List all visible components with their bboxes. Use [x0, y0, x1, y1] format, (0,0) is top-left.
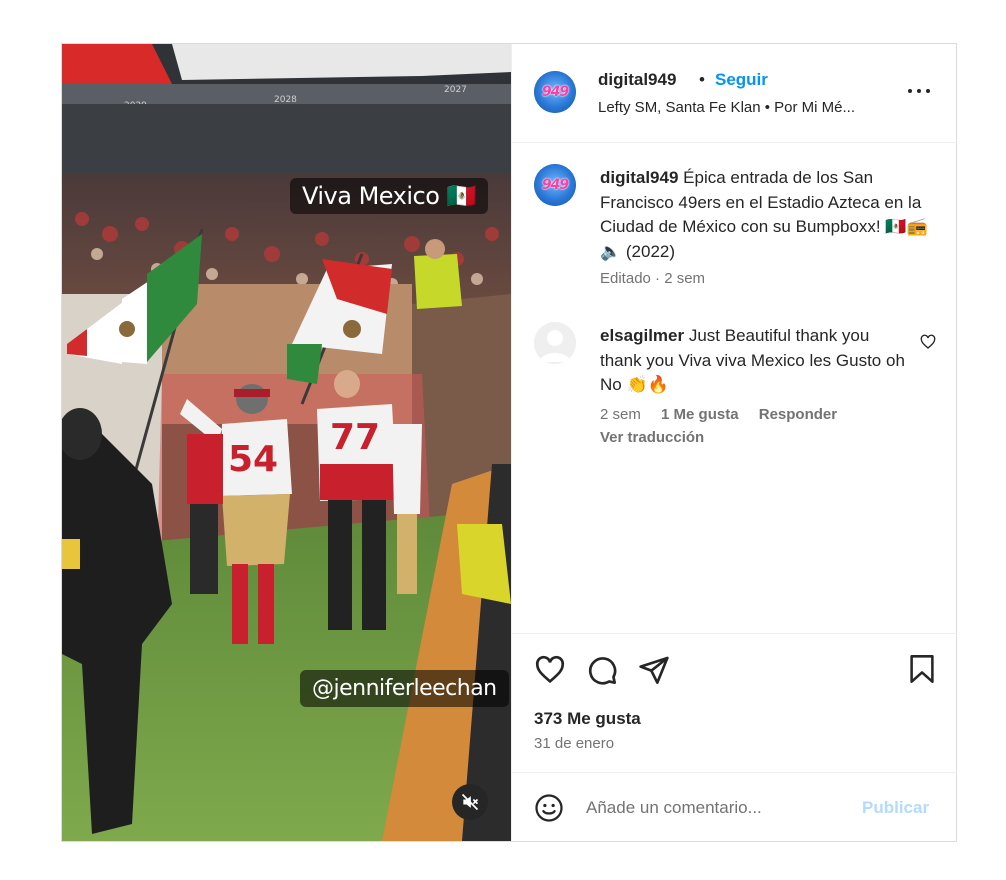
author-avatar[interactable]: 949 — [534, 71, 576, 113]
caption-meta: Editado · 2 sem — [600, 270, 706, 287]
header-separator: • — [699, 70, 705, 89]
post-card: 2029 2028 2027 — [61, 43, 957, 842]
post-caption: digital949 Épica entrada de los San Fran… — [600, 166, 930, 264]
post-video[interactable]: 2029 2028 2027 — [62, 44, 511, 841]
comment-meta: 2 sem 1 Me gusta Responder — [600, 406, 853, 423]
comment-icon[interactable] — [586, 654, 618, 686]
stadium-mark: 2027 — [444, 85, 467, 95]
jersey-number-77: 77 — [330, 417, 380, 458]
comment-username[interactable]: elsagilmer — [600, 326, 684, 345]
more-options-icon[interactable] — [908, 82, 934, 100]
likes-count[interactable]: 373 Me gusta — [534, 709, 641, 729]
avatar-logo-text: 949 — [541, 84, 569, 100]
comment-like-icon[interactable] — [920, 334, 936, 350]
see-translation-link[interactable]: Ver traducción — [600, 429, 704, 446]
audio-attribution[interactable]: Lefty SM, Santa Fe Klan • Por Mi Mé... — [598, 99, 855, 116]
station-logo-icon: 949 — [534, 71, 576, 113]
avatar-logo-text: 949 — [541, 177, 569, 193]
speaker-muted-icon — [461, 793, 479, 811]
station-logo-icon: 949 — [534, 164, 576, 206]
publish-button[interactable]: Publicar — [862, 798, 929, 818]
caption-author-avatar[interactable]: 949 — [534, 164, 576, 206]
follow-button[interactable]: Seguir — [715, 70, 768, 90]
mute-toggle-button[interactable] — [452, 784, 488, 820]
caption-username[interactable]: digital949 — [600, 168, 678, 187]
post-header: 949 digital949 • Seguir Lefty SM, Santa … — [512, 44, 957, 143]
video-overlay-handle: @jenniferleechan — [300, 670, 509, 707]
share-icon[interactable] — [638, 654, 670, 686]
comment-item: elsagilmer Just Beautiful thank you than… — [600, 324, 910, 398]
post-date[interactable]: 31 de enero — [534, 735, 614, 752]
reply-button[interactable]: Responder — [759, 406, 837, 423]
video-frame: 2029 2028 2027 — [62, 44, 511, 841]
author-username[interactable]: digital949 — [598, 70, 676, 90]
comment-likes[interactable]: 1 Me gusta — [661, 406, 739, 423]
commenter-avatar[interactable] — [534, 322, 576, 364]
video-overlay-title: Viva Mexico 🇲🇽 — [290, 178, 488, 214]
comment-time: 2 sem — [600, 406, 641, 423]
emoji-icon[interactable] — [534, 793, 564, 823]
heart-icon[interactable] — [534, 654, 566, 686]
post-side-panel: 949 digital949 • Seguir Lefty SM, Santa … — [511, 44, 957, 841]
default-user-icon — [534, 322, 576, 364]
comment-input[interactable] — [586, 793, 846, 823]
add-comment-bar: Publicar — [512, 772, 957, 842]
jersey-number-54: 54 — [228, 439, 278, 480]
stadium-mark: 2028 — [274, 95, 297, 105]
post-actions: 373 Me gusta 31 de enero — [512, 633, 957, 773]
bookmark-icon[interactable] — [908, 654, 936, 684]
